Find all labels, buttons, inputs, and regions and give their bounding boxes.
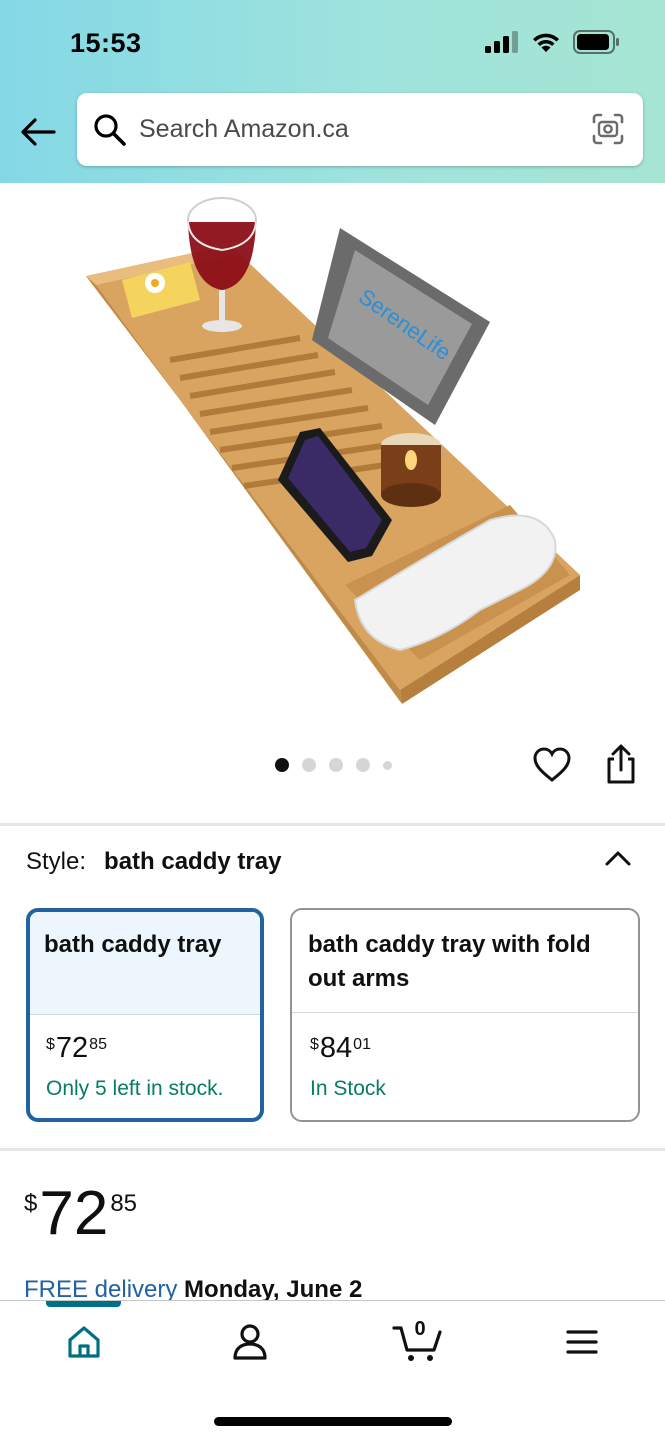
share-button[interactable] xyxy=(601,744,641,786)
wifi-icon xyxy=(533,33,559,52)
share-icon xyxy=(607,744,635,784)
price-cents: 85 xyxy=(110,1190,138,1217)
section-divider xyxy=(0,1148,665,1151)
status-icons xyxy=(485,30,621,54)
style-option-price: $ 72 85 xyxy=(46,1032,107,1065)
stock-status: In Stock xyxy=(310,1077,386,1100)
nav-menu[interactable] xyxy=(560,1320,604,1364)
wishlist-button[interactable] xyxy=(532,746,572,786)
active-tab-indicator xyxy=(46,1301,121,1307)
style-option-bath-caddy-tray[interactable]: bath caddy tray $ 72 85 Only 5 left in s… xyxy=(26,908,264,1122)
product-price: $ 72 85 xyxy=(24,1180,137,1248)
status-time: 15:53 xyxy=(70,28,142,58)
style-option-bath-caddy-tray-fold-out-arms[interactable]: bath caddy tray with fold out arms $ 84 … xyxy=(290,908,640,1122)
style-label: Style: xyxy=(26,848,87,875)
delivery-date: Monday, June 2 xyxy=(184,1276,363,1303)
camera-scan-icon[interactable] xyxy=(591,112,625,146)
battery-icon xyxy=(573,30,619,54)
product-image[interactable]: SereneLife xyxy=(0,183,665,743)
home-icon xyxy=(68,1326,100,1358)
account-icon xyxy=(233,1324,267,1360)
chevron-up-icon xyxy=(605,851,631,866)
carousel-dot[interactable] xyxy=(302,758,316,772)
price-whole: 72 xyxy=(39,1179,109,1248)
collapse-style-button[interactable] xyxy=(603,846,633,870)
style-option-name: bath caddy tray xyxy=(30,912,260,1015)
bath-caddy-tray-product-photo: SereneLife xyxy=(86,197,580,704)
search-input[interactable] xyxy=(139,109,569,149)
style-option-name: bath caddy tray with fold out arms xyxy=(292,910,638,1013)
search-icon xyxy=(94,114,126,146)
free-delivery-link[interactable]: FREE delivery xyxy=(24,1276,177,1303)
price-cents: 01 xyxy=(353,1036,371,1053)
price-whole: 72 xyxy=(55,1032,89,1064)
carousel-dot-active[interactable] xyxy=(275,758,289,772)
stock-status: Only 5 left in stock. xyxy=(46,1077,224,1100)
app-header: 15:53 xyxy=(0,0,665,183)
back-button[interactable] xyxy=(18,112,58,152)
carousel-dot[interactable] xyxy=(383,760,392,770)
carousel-dot[interactable] xyxy=(356,758,370,772)
price-currency: $ xyxy=(24,1190,38,1217)
heart-icon xyxy=(533,747,571,782)
home-indicator-bar xyxy=(214,1417,452,1426)
back-arrow-icon xyxy=(21,118,56,146)
cart-count: 0 xyxy=(414,1318,426,1340)
price-currency: $ xyxy=(46,1036,55,1053)
style-option-price: $ 84 01 xyxy=(310,1032,371,1065)
style-selected-value: bath caddy tray xyxy=(104,848,282,875)
carousel-dot[interactable] xyxy=(329,758,343,772)
price-whole: 84 xyxy=(319,1032,353,1064)
style-selector-header: Style: bath caddy tray xyxy=(26,848,281,876)
section-divider xyxy=(0,823,665,826)
nav-account[interactable] xyxy=(228,1320,272,1364)
price-cents: 85 xyxy=(89,1036,107,1053)
nav-home[interactable] xyxy=(62,1320,106,1364)
signal-icon xyxy=(485,31,518,53)
price-currency: $ xyxy=(310,1036,319,1053)
search-bar[interactable] xyxy=(77,93,643,166)
menu-icon xyxy=(566,1330,598,1354)
